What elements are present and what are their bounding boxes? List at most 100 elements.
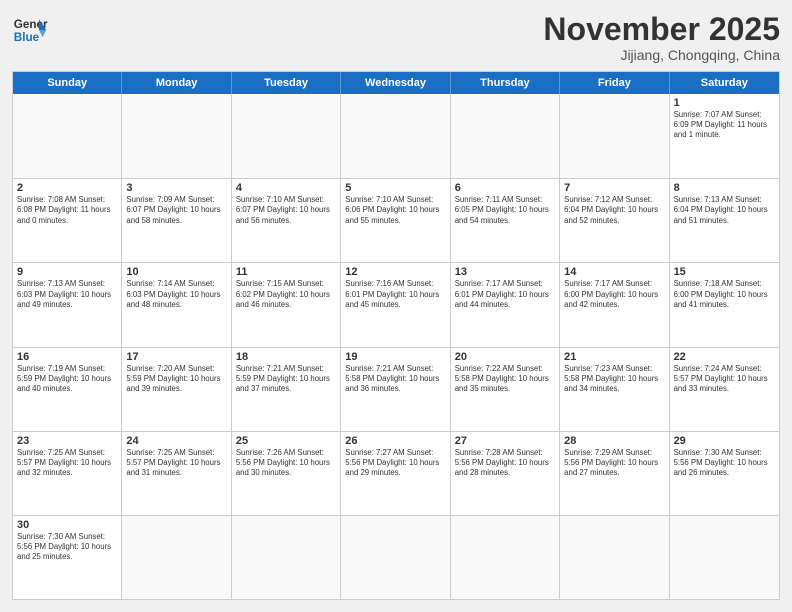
day-number: 20 — [455, 351, 555, 363]
calendar-cell: 24Sunrise: 7:25 AM Sunset: 5:57 PM Dayli… — [122, 432, 231, 515]
calendar-cell: 17Sunrise: 7:20 AM Sunset: 5:59 PM Dayli… — [122, 348, 231, 431]
calendar-cell: 16Sunrise: 7:19 AM Sunset: 5:59 PM Dayli… — [13, 348, 122, 431]
day-header-thursday: Thursday — [451, 72, 560, 94]
day-info: Sunrise: 7:23 AM Sunset: 5:58 PM Dayligh… — [564, 364, 664, 394]
week-row-0: 1Sunrise: 7:07 AM Sunset: 6:09 PM Daylig… — [13, 94, 779, 178]
calendar-cell: 3Sunrise: 7:09 AM Sunset: 6:07 PM Daylig… — [122, 179, 231, 262]
calendar-cell: 25Sunrise: 7:26 AM Sunset: 5:56 PM Dayli… — [232, 432, 341, 515]
day-number: 19 — [345, 351, 445, 363]
day-header-saturday: Saturday — [670, 72, 779, 94]
calendar-cell: 9Sunrise: 7:13 AM Sunset: 6:03 PM Daylig… — [13, 263, 122, 346]
calendar-cell: 21Sunrise: 7:23 AM Sunset: 5:58 PM Dayli… — [560, 348, 669, 431]
day-number: 17 — [126, 351, 226, 363]
month-title: November 2025 — [543, 12, 780, 47]
title-block: November 2025 Jijiang, Chongqing, China — [543, 12, 780, 63]
day-number: 29 — [674, 435, 775, 447]
calendar-cell: 30Sunrise: 7:30 AM Sunset: 5:56 PM Dayli… — [13, 516, 122, 599]
calendar-cell: 1Sunrise: 7:07 AM Sunset: 6:09 PM Daylig… — [670, 94, 779, 178]
calendar: SundayMondayTuesdayWednesdayThursdayFrid… — [12, 71, 780, 600]
day-info: Sunrise: 7:30 AM Sunset: 5:56 PM Dayligh… — [674, 448, 775, 478]
calendar-cell: 5Sunrise: 7:10 AM Sunset: 6:06 PM Daylig… — [341, 179, 450, 262]
calendar-cell: 6Sunrise: 7:11 AM Sunset: 6:05 PM Daylig… — [451, 179, 560, 262]
day-number: 9 — [17, 266, 117, 278]
calendar-cell — [341, 94, 450, 178]
day-number: 24 — [126, 435, 226, 447]
calendar-cell — [560, 516, 669, 599]
week-row-2: 9Sunrise: 7:13 AM Sunset: 6:03 PM Daylig… — [13, 262, 779, 346]
day-info: Sunrise: 7:30 AM Sunset: 5:56 PM Dayligh… — [17, 532, 117, 562]
calendar-cell: 13Sunrise: 7:17 AM Sunset: 6:01 PM Dayli… — [451, 263, 560, 346]
calendar-cell: 27Sunrise: 7:28 AM Sunset: 5:56 PM Dayli… — [451, 432, 560, 515]
calendar-cell: 28Sunrise: 7:29 AM Sunset: 5:56 PM Dayli… — [560, 432, 669, 515]
day-number: 5 — [345, 182, 445, 194]
day-number: 18 — [236, 351, 336, 363]
day-number: 16 — [17, 351, 117, 363]
day-info: Sunrise: 7:13 AM Sunset: 6:03 PM Dayligh… — [17, 279, 117, 309]
calendar-cell — [13, 94, 122, 178]
day-info: Sunrise: 7:11 AM Sunset: 6:05 PM Dayligh… — [455, 195, 555, 225]
day-number: 25 — [236, 435, 336, 447]
day-info: Sunrise: 7:28 AM Sunset: 5:56 PM Dayligh… — [455, 448, 555, 478]
calendar-body: 1Sunrise: 7:07 AM Sunset: 6:09 PM Daylig… — [13, 94, 779, 599]
calendar-cell — [122, 94, 231, 178]
page: General Blue November 2025 Jijiang, Chon… — [0, 0, 792, 612]
calendar-cell: 23Sunrise: 7:25 AM Sunset: 5:57 PM Dayli… — [13, 432, 122, 515]
day-info: Sunrise: 7:17 AM Sunset: 6:01 PM Dayligh… — [455, 279, 555, 309]
day-number: 15 — [674, 266, 775, 278]
day-number: 26 — [345, 435, 445, 447]
calendar-cell: 20Sunrise: 7:22 AM Sunset: 5:58 PM Dayli… — [451, 348, 560, 431]
location-title: Jijiang, Chongqing, China — [543, 47, 780, 63]
day-header-sunday: Sunday — [13, 72, 122, 94]
day-info: Sunrise: 7:14 AM Sunset: 6:03 PM Dayligh… — [126, 279, 226, 309]
day-info: Sunrise: 7:13 AM Sunset: 6:04 PM Dayligh… — [674, 195, 775, 225]
day-info: Sunrise: 7:21 AM Sunset: 5:59 PM Dayligh… — [236, 364, 336, 394]
day-info: Sunrise: 7:15 AM Sunset: 6:02 PM Dayligh… — [236, 279, 336, 309]
week-row-3: 16Sunrise: 7:19 AM Sunset: 5:59 PM Dayli… — [13, 347, 779, 431]
day-info: Sunrise: 7:27 AM Sunset: 5:56 PM Dayligh… — [345, 448, 445, 478]
calendar-cell: 19Sunrise: 7:21 AM Sunset: 5:58 PM Dayli… — [341, 348, 450, 431]
day-header-tuesday: Tuesday — [232, 72, 341, 94]
calendar-cell: 11Sunrise: 7:15 AM Sunset: 6:02 PM Dayli… — [232, 263, 341, 346]
day-header-wednesday: Wednesday — [341, 72, 450, 94]
calendar-cell — [451, 516, 560, 599]
calendar-cell: 12Sunrise: 7:16 AM Sunset: 6:01 PM Dayli… — [341, 263, 450, 346]
calendar-cell: 14Sunrise: 7:17 AM Sunset: 6:00 PM Dayli… — [560, 263, 669, 346]
day-number: 1 — [674, 97, 775, 109]
day-number: 21 — [564, 351, 664, 363]
day-number: 2 — [17, 182, 117, 194]
calendar-cell — [560, 94, 669, 178]
day-info: Sunrise: 7:22 AM Sunset: 5:58 PM Dayligh… — [455, 364, 555, 394]
generalblue-icon: General Blue — [12, 12, 48, 48]
day-number: 23 — [17, 435, 117, 447]
day-number: 4 — [236, 182, 336, 194]
calendar-cell: 7Sunrise: 7:12 AM Sunset: 6:04 PM Daylig… — [560, 179, 669, 262]
day-info: Sunrise: 7:17 AM Sunset: 6:00 PM Dayligh… — [564, 279, 664, 309]
day-number: 12 — [345, 266, 445, 278]
calendar-cell — [232, 94, 341, 178]
calendar-cell: 29Sunrise: 7:30 AM Sunset: 5:56 PM Dayli… — [670, 432, 779, 515]
day-number: 10 — [126, 266, 226, 278]
day-number: 13 — [455, 266, 555, 278]
day-info: Sunrise: 7:20 AM Sunset: 5:59 PM Dayligh… — [126, 364, 226, 394]
day-number: 6 — [455, 182, 555, 194]
calendar-cell — [122, 516, 231, 599]
day-info: Sunrise: 7:10 AM Sunset: 6:07 PM Dayligh… — [236, 195, 336, 225]
day-info: Sunrise: 7:21 AM Sunset: 5:58 PM Dayligh… — [345, 364, 445, 394]
day-info: Sunrise: 7:25 AM Sunset: 5:57 PM Dayligh… — [17, 448, 117, 478]
day-number: 14 — [564, 266, 664, 278]
calendar-cell — [670, 516, 779, 599]
calendar-cell — [232, 516, 341, 599]
week-row-4: 23Sunrise: 7:25 AM Sunset: 5:57 PM Dayli… — [13, 431, 779, 515]
day-header-monday: Monday — [122, 72, 231, 94]
day-number: 22 — [674, 351, 775, 363]
calendar-cell: 26Sunrise: 7:27 AM Sunset: 5:56 PM Dayli… — [341, 432, 450, 515]
calendar-cell: 4Sunrise: 7:10 AM Sunset: 6:07 PM Daylig… — [232, 179, 341, 262]
calendar-cell: 22Sunrise: 7:24 AM Sunset: 5:57 PM Dayli… — [670, 348, 779, 431]
day-info: Sunrise: 7:25 AM Sunset: 5:57 PM Dayligh… — [126, 448, 226, 478]
calendar-cell — [341, 516, 450, 599]
calendar-cell — [451, 94, 560, 178]
header: General Blue November 2025 Jijiang, Chon… — [12, 12, 780, 63]
calendar-cell: 18Sunrise: 7:21 AM Sunset: 5:59 PM Dayli… — [232, 348, 341, 431]
day-info: Sunrise: 7:08 AM Sunset: 6:08 PM Dayligh… — [17, 195, 117, 225]
calendar-cell: 10Sunrise: 7:14 AM Sunset: 6:03 PM Dayli… — [122, 263, 231, 346]
